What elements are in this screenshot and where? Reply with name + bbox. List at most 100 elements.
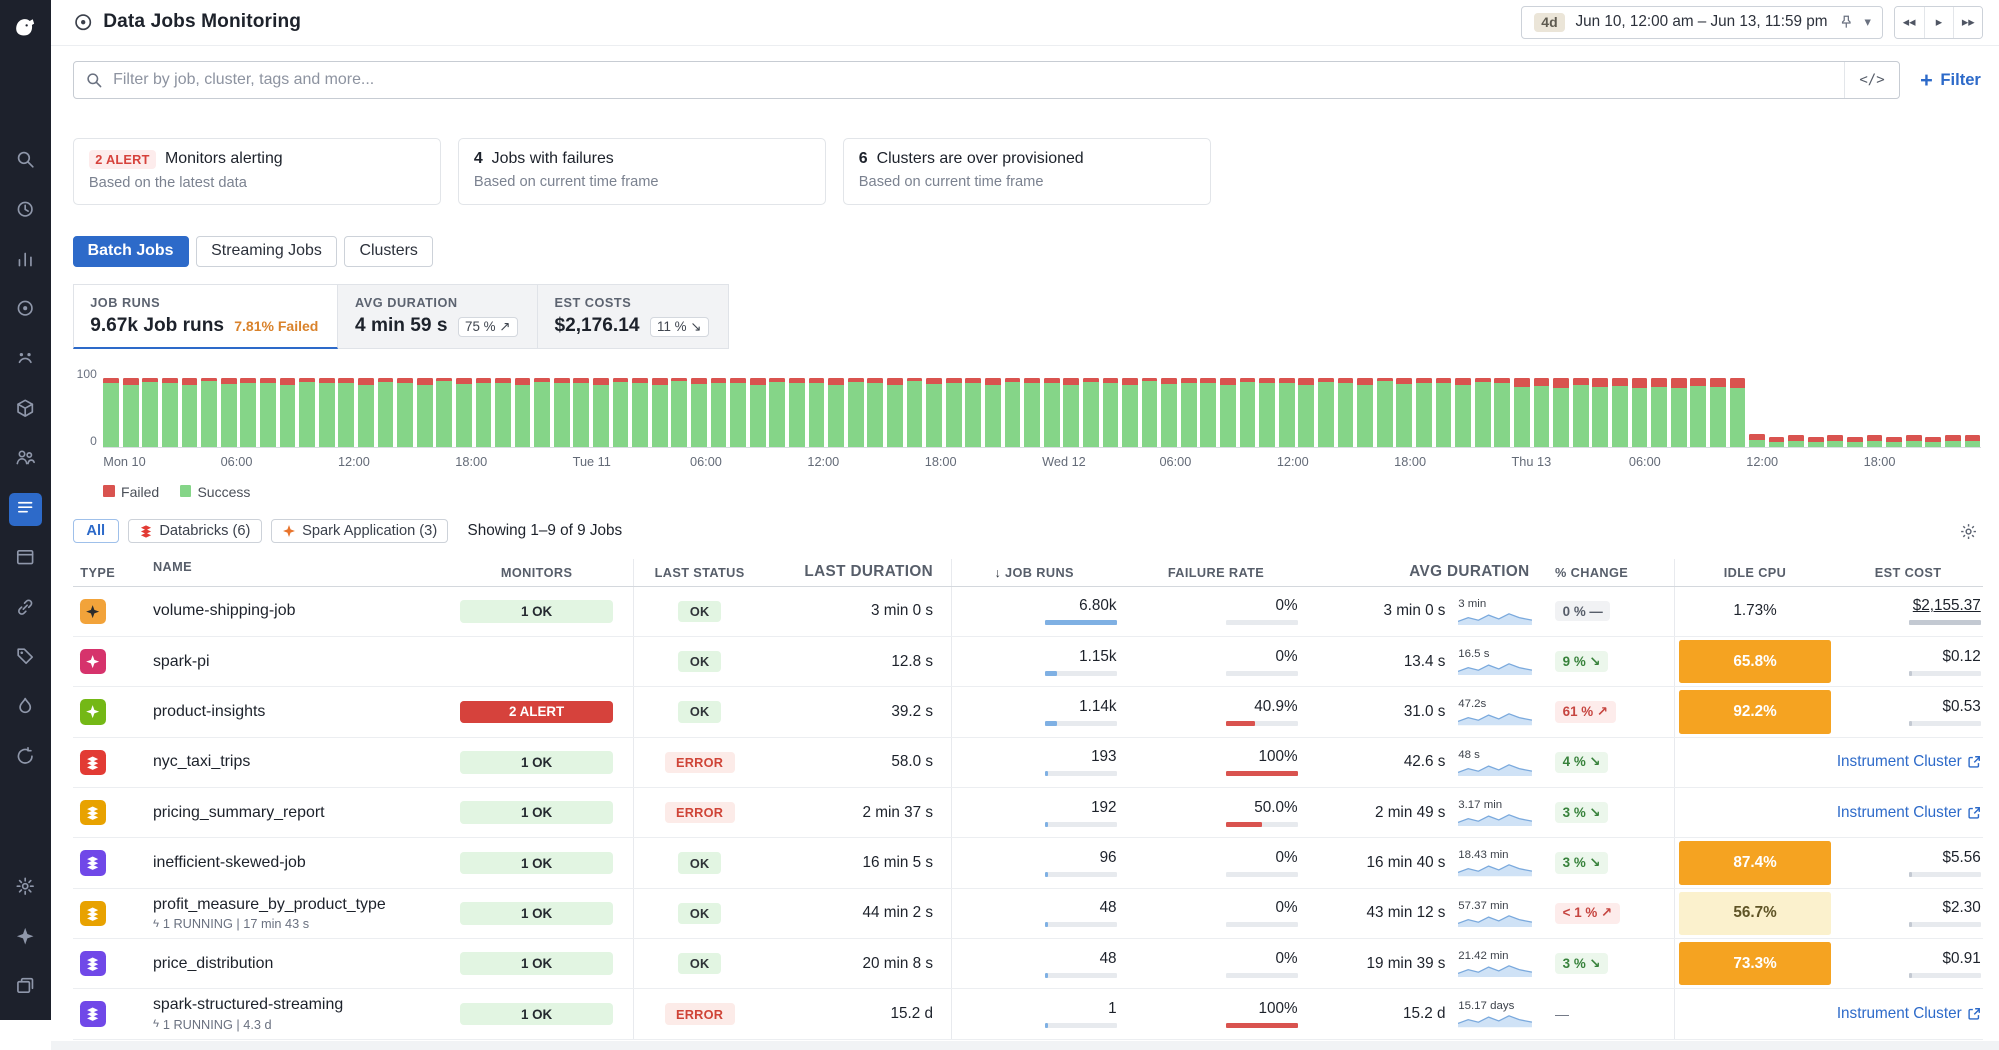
name-cell: volume-shipping-job [153,587,440,636]
job-name-link[interactable]: profit_measure_by_product_type [153,896,386,914]
job-type-databricks-icon [80,850,105,875]
column-header-failure-rate[interactable]: FAILURE RATE [1134,559,1315,586]
filter-chip-databricks[interactable]: Databricks (6) [128,519,262,543]
summary-card[interactable]: 2 ALERTMonitors alertingBased on the lat… [73,138,441,205]
datadog-logo-icon[interactable] [0,0,51,54]
sidebar-item-watchdog[interactable] [9,344,42,377]
column-header-avg-duration[interactable]: AVG DURATION [1315,559,1539,586]
add-filter-label: Filter [1940,70,1981,90]
table-row[interactable]: profit_measure_by_product_typeϟ1 RUNNING… [73,889,1984,939]
table-row[interactable]: nyc_taxi_trips1 OKERROR58.0 s193100%42.6… [73,738,1984,788]
instrument-cluster-link[interactable]: Instrument Cluster [1837,804,1981,822]
idle-cpu-cell: 1.73% [1674,587,1836,636]
failure-rate-cell: 50.0% [1134,788,1315,837]
summary-card[interactable]: 6Clusters are over provisionedBased on c… [843,138,1211,205]
monitor-status-badge[interactable]: 1 OK [460,852,613,875]
table-settings-button[interactable] [1959,522,1978,541]
query-syntax-button[interactable]: </> [1844,62,1898,98]
last-status-badge: OK [678,651,721,672]
column-header--change[interactable]: % CHANGE [1540,559,1674,586]
table-row[interactable]: pricing_summary_report1 OKERROR2 min 37 … [73,788,1984,838]
pin-icon[interactable] [1838,14,1855,31]
monitor-status-badge[interactable]: 2 ALERT [460,701,613,724]
sidebar-item-settings[interactable] [9,872,42,905]
job-name-link[interactable]: pricing_summary_report [153,804,325,822]
job-name-link[interactable]: nyc_taxi_trips [153,753,250,771]
column-header-last-duration[interactable]: LAST DURATION [765,559,951,586]
column-header-last-status[interactable]: LAST STATUS [633,559,764,586]
tab-clusters[interactable]: Clusters [344,236,432,267]
table-row[interactable]: inefficient-skewed-job1 OKOK16 min 5 s96… [73,838,1984,888]
failure-rate-value: 0% [1275,950,1297,968]
chart-bar [965,378,981,448]
failed-segment [1553,378,1569,388]
time-range-picker[interactable]: 4d Jun 10, 12:00 am – Jun 13, 11:59 pm ▾ [1521,6,1883,39]
monitor-status-badge[interactable]: 1 OK [460,902,613,925]
sidebar-item-apm[interactable] [9,692,42,725]
legend-item-success[interactable]: Success [180,484,251,500]
sidebar-item-tags[interactable] [9,642,42,675]
last-duration-cell: 12.8 s [765,637,951,686]
sidebar-item-integrations[interactable] [9,394,42,427]
sidebar-item-monitors[interactable] [9,294,42,327]
sidebar-item-service-links[interactable] [9,593,42,626]
table-row[interactable]: price_distribution1 OKOK20 min 8 s480%19… [73,939,1984,989]
time-step-forward-button[interactable]: ▸▸ [1953,7,1982,38]
metric-card[interactable]: JOB RUNS9.67k Job runs7.81% Failed [73,284,339,349]
column-header-job-runs[interactable]: ↓JOB RUNS [951,559,1135,586]
tab-batch-jobs[interactable]: Batch Jobs [73,236,189,267]
last-status-cell: ERROR [633,788,764,837]
avg-duration-value: 19 min 39 s [1366,955,1445,973]
table-row[interactable]: spark-structured-streamingϟ1 RUNNING | 4… [73,989,1984,1039]
monitor-status-badge[interactable]: 1 OK [460,801,613,824]
monitor-status-badge[interactable]: 1 OK [460,600,613,623]
sidebar-item-apps[interactable] [9,971,42,1004]
monitor-status-badge[interactable]: 1 OK [460,1003,613,1026]
success-segment [632,383,648,447]
sidebar-item-data-jobs[interactable] [9,493,42,526]
time-step-back-button[interactable]: ◂◂ [1895,7,1924,38]
databricks-icon [139,524,153,538]
table-row[interactable]: product-insights2 ALERTOK39.2 s1.14k40.9… [73,687,1984,737]
instrument-cluster-link[interactable]: Instrument Cluster [1837,753,1981,771]
column-header-monitors[interactable]: MONITORS [440,559,634,586]
time-play-button[interactable]: ▸ [1924,7,1953,38]
sidebar-item-ci-pipelines[interactable] [9,742,42,775]
job-name-link[interactable]: volume-shipping-job [153,602,296,620]
column-header-type[interactable]: TYPE [73,559,153,586]
column-header-name[interactable]: NAME [153,559,440,586]
duration-sparkline: 48 s [1458,749,1532,776]
job-name-link[interactable]: inefficient-skewed-job [153,854,306,872]
filter-chip-all[interactable]: All [73,519,119,543]
table-row[interactable]: volume-shipping-job1 OKOK3 min 0 s6.80k0… [73,587,1984,637]
metric-card[interactable]: AVG DURATION4 min 59 s75 % ↗ [338,284,537,349]
sparkline-label: 21.42 min [1458,950,1532,962]
sidebar-item-search[interactable] [9,145,42,178]
sidebar-item-software[interactable] [9,543,42,576]
column-header-est-cost[interactable]: EST COST [1835,559,1983,586]
est-cost-value[interactable]: $2,155.37 [1913,597,1981,615]
column-header-idle-cpu[interactable]: IDLE CPU [1674,559,1836,586]
sidebar-item-history[interactable] [9,195,42,228]
tab-streaming-jobs[interactable]: Streaming Jobs [196,236,337,267]
job-name-link[interactable]: price_distribution [153,955,273,973]
monitor-status-badge[interactable]: 1 OK [460,952,613,975]
table-row[interactable]: spark-piOK12.8 s1.15k0%13.4 s16.5 s9 % ↘… [73,637,1984,687]
mini-bar [1045,922,1116,927]
chevron-down-icon[interactable]: ▾ [1864,14,1870,30]
job-name-link[interactable]: spark-pi [153,653,210,671]
filter-chip-spark[interactable]: Spark Application (3) [271,519,449,543]
monitor-status-badge[interactable]: 1 OK [460,751,613,774]
chart-icon [15,249,35,274]
add-filter-button[interactable]: + Filter [1920,69,1981,91]
sidebar-item-metrics[interactable] [9,245,42,278]
search-input[interactable] [113,71,1844,89]
sidebar-item-assistant[interactable] [9,922,42,955]
sidebar-item-organization[interactable] [9,444,42,477]
instrument-cluster-link[interactable]: Instrument Cluster [1837,1005,1981,1023]
job-name-link[interactable]: spark-structured-streaming [153,996,343,1014]
legend-item-failed[interactable]: Failed [103,484,159,500]
metric-card[interactable]: EST COSTS$2,176.1411 % ↘ [538,284,729,349]
summary-card[interactable]: 4Jobs with failuresBased on current time… [458,138,826,205]
job-name-link[interactable]: product-insights [153,703,265,721]
